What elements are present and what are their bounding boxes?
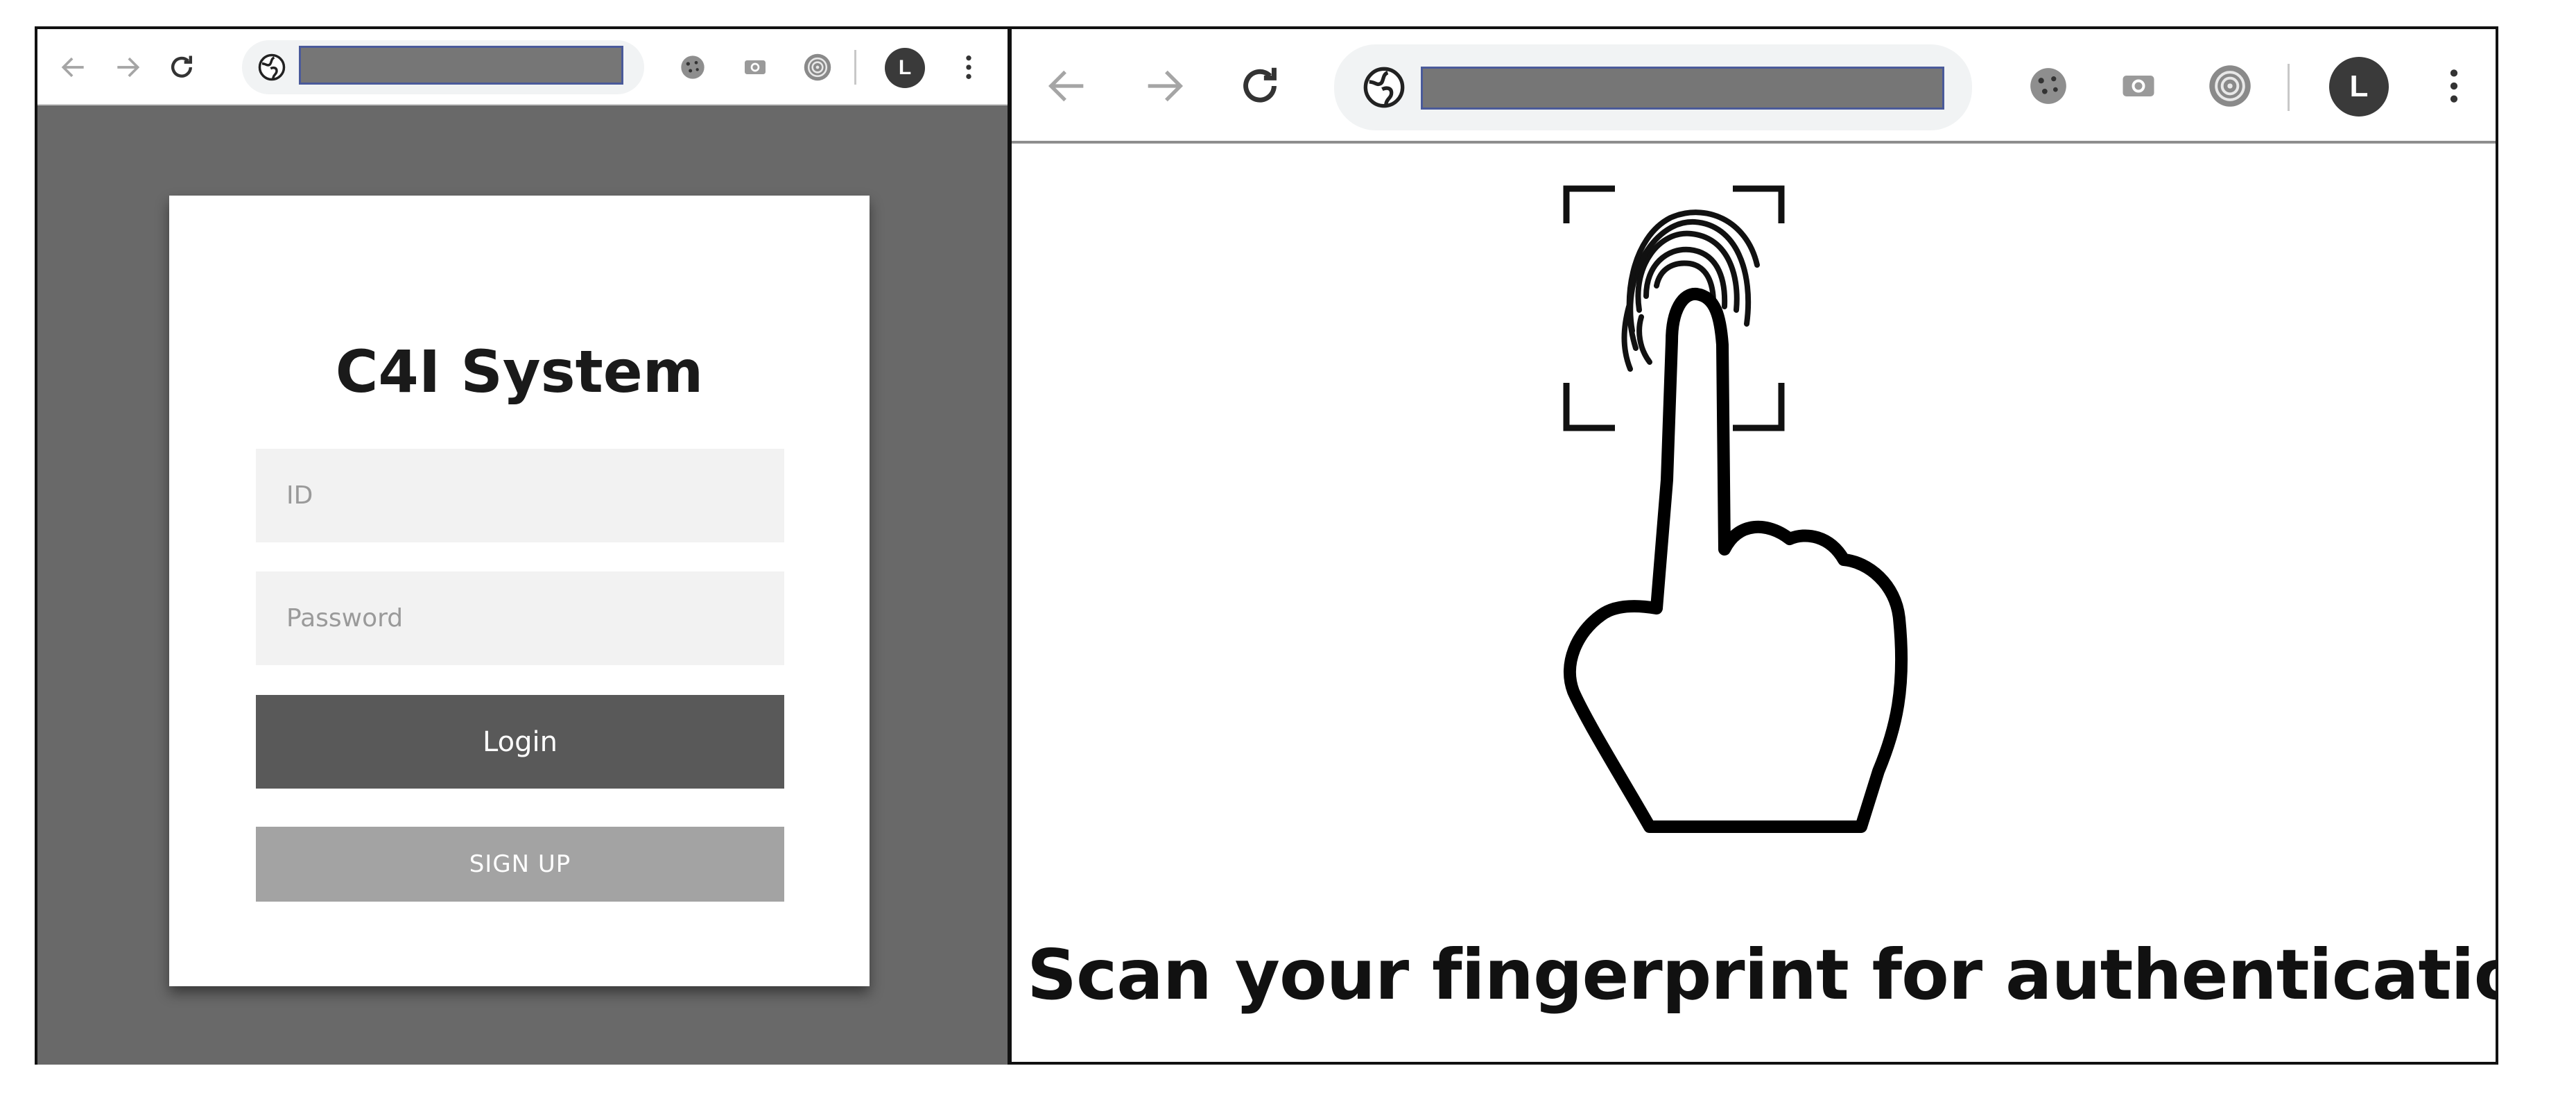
browser-toolbar: L xyxy=(1012,29,2496,144)
cookie-icon xyxy=(681,55,704,79)
profile-avatar[interactable]: L xyxy=(885,48,925,88)
globe-icon xyxy=(1363,67,1405,108)
sign-up-button[interactable]: SIGN UP xyxy=(256,827,784,902)
login-browser-window: L C4I System Login SIGN UP xyxy=(35,26,1009,1065)
login-card: C4I System Login SIGN UP xyxy=(169,196,870,986)
profile-avatar[interactable]: L xyxy=(2329,57,2389,117)
page-title: C4I System xyxy=(335,338,704,406)
login-button[interactable]: Login xyxy=(256,695,784,789)
scan-instruction-text: Scan your fingerprint for authentication… xyxy=(1027,934,2498,1015)
menu-button[interactable] xyxy=(951,46,986,88)
arrow-left-icon xyxy=(1048,70,1084,102)
reload-icon xyxy=(171,55,193,78)
globe-icon xyxy=(258,53,286,81)
address-bar[interactable] xyxy=(242,40,644,94)
toolbar-divider xyxy=(854,50,856,85)
kebab-menu-icon xyxy=(966,55,971,79)
url-text-redacted[interactable] xyxy=(1421,67,1944,110)
arrow-left-icon xyxy=(61,57,84,78)
extension-screenshot-button[interactable] xyxy=(734,46,776,88)
forward-button[interactable] xyxy=(1136,58,1192,114)
reload-icon xyxy=(1243,67,1277,103)
back-button[interactable] xyxy=(1039,58,1095,114)
toolbar-divider xyxy=(2288,64,2290,111)
reload-button[interactable] xyxy=(1232,58,1288,114)
fingerprint-scan-illustration xyxy=(1563,185,1908,833)
screenshot-icon xyxy=(2123,76,2154,96)
kebab-menu-icon xyxy=(2450,69,2458,103)
arrow-right-icon xyxy=(117,57,140,78)
menu-button[interactable] xyxy=(2433,60,2475,112)
extension-fingerprint-button[interactable] xyxy=(797,46,838,88)
forward-button[interactable] xyxy=(107,46,148,88)
fingerprint-browser-window: L Scan your fingerprint for authenticati… xyxy=(1008,26,2498,1065)
browser-toolbar: L xyxy=(37,29,1009,105)
address-bar[interactable] xyxy=(1334,44,1972,130)
extension-screenshot-button[interactable] xyxy=(2114,62,2163,110)
password-input[interactable] xyxy=(256,571,784,665)
arrow-right-icon xyxy=(1148,70,1184,102)
cookie-icon xyxy=(2030,68,2066,104)
back-button[interactable] xyxy=(53,46,94,88)
extension-cookie-button[interactable] xyxy=(2024,62,2073,110)
url-text-redacted[interactable] xyxy=(299,46,623,85)
pointing-hand-icon xyxy=(1564,287,1908,833)
screenshot-icon xyxy=(745,60,766,74)
reload-button[interactable] xyxy=(161,46,202,88)
id-input[interactable] xyxy=(256,449,784,542)
extension-fingerprint-button[interactable] xyxy=(2204,60,2256,112)
fingerprint-icon xyxy=(804,53,831,81)
fingerprint-icon xyxy=(2209,65,2251,107)
extension-cookie-button[interactable] xyxy=(672,46,714,88)
